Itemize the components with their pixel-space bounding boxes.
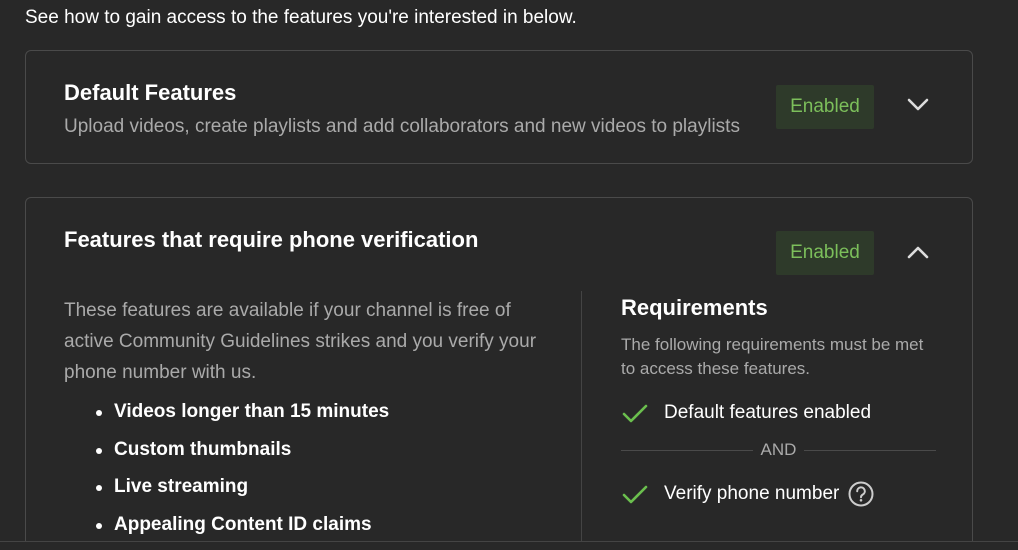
and-label: AND bbox=[760, 440, 797, 459]
requirement-label: Default features enabled bbox=[664, 402, 872, 423]
feature-item: Appealing Content ID claims bbox=[96, 513, 554, 537]
status-badge: Enabled bbox=[776, 85, 874, 129]
column-divider bbox=[581, 291, 582, 550]
feature-item: Live streaming bbox=[96, 475, 554, 499]
intro-text: See how to gain access to the features y… bbox=[25, 7, 577, 28]
separator-line bbox=[621, 449, 753, 451]
separator-line bbox=[804, 449, 936, 451]
status-badge: Enabled bbox=[776, 231, 874, 275]
features-list: Videos longer than 15 minutes Custom thu… bbox=[64, 400, 554, 537]
check-icon bbox=[622, 485, 648, 504]
and-separator: AND bbox=[621, 438, 936, 462]
requirement-label: Verify phone number bbox=[664, 483, 840, 504]
requirements-description: The following requirements must be met t… bbox=[621, 335, 924, 378]
card-description: Upload videos, create playlists and add … bbox=[64, 116, 740, 137]
check-icon bbox=[622, 404, 648, 423]
card-title: Default Features bbox=[64, 80, 237, 105]
phone-verification-features-card: Features that require phone verification… bbox=[25, 197, 973, 550]
requirement-item: Default features enabled bbox=[621, 399, 936, 427]
features-description: These features are available if your cha… bbox=[64, 300, 537, 383]
chevron-up-icon[interactable] bbox=[902, 236, 934, 268]
requirements-column: Requirements The following requirements … bbox=[621, 295, 936, 508]
requirement-item: Verify phone number bbox=[621, 480, 936, 508]
feature-item: Videos longer than 15 minutes bbox=[96, 400, 554, 424]
default-features-card[interactable]: Default Features Upload videos, create p… bbox=[25, 50, 973, 164]
help-circle-icon[interactable] bbox=[847, 480, 875, 508]
feature-item: Custom thumbnails bbox=[96, 438, 554, 462]
chevron-down-icon[interactable] bbox=[902, 89, 934, 121]
requirements-title: Requirements bbox=[621, 295, 768, 320]
bottom-edge bbox=[0, 541, 1018, 550]
features-column: These features are available if your cha… bbox=[64, 295, 554, 550]
page: See how to gain access to the features y… bbox=[0, 0, 1018, 550]
card-title: Features that require phone verification bbox=[64, 227, 479, 252]
